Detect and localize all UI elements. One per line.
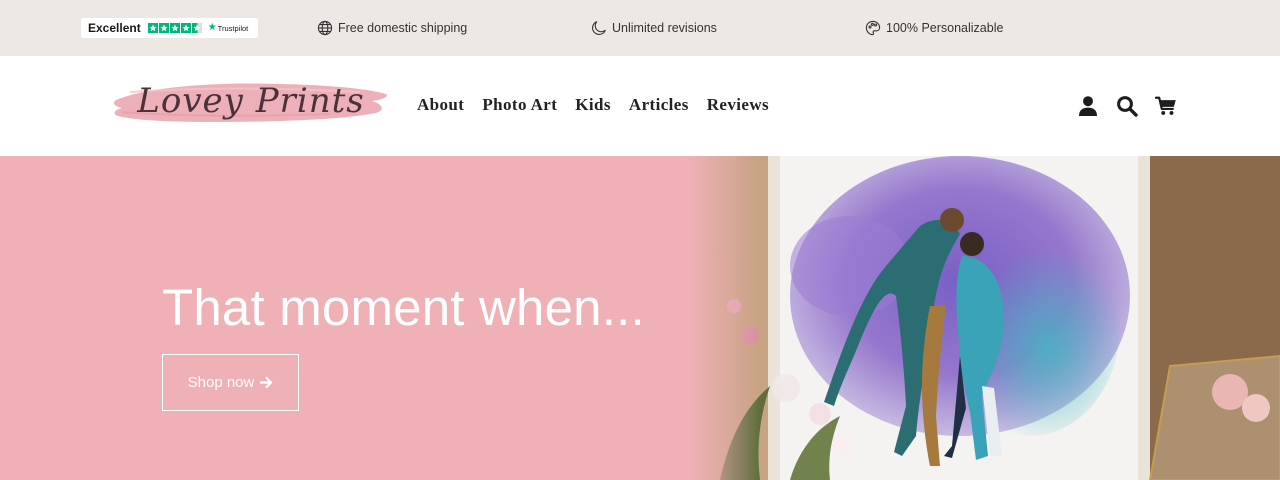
half-star-icon — [191, 23, 202, 33]
main-nav: About Photo Art Kids Articles Reviews — [417, 95, 769, 115]
star-icon — [158, 23, 169, 33]
nav-about[interactable]: About — [417, 95, 464, 115]
perk-revisions-text: Unlimited revisions — [612, 21, 717, 35]
moon-icon — [592, 21, 606, 35]
announcement-bar: Excellent ★ Trustpilot Free domestic shi… — [0, 0, 1280, 56]
perk-personalizable: 100% Personalizable — [865, 18, 1003, 38]
logo-wordmark: Lovey Prints — [137, 81, 365, 121]
cart-icon — [1154, 96, 1176, 115]
hero-banner: That moment when... Shop now — [0, 156, 1280, 480]
site-header: Lovey Prints About Photo Art Kids Articl… — [0, 56, 1280, 156]
nav-articles[interactable]: Articles — [629, 95, 689, 115]
star-icon — [180, 23, 191, 33]
shop-now-label: Shop now — [187, 374, 255, 391]
star-icon — [147, 23, 158, 33]
account-icon — [1078, 95, 1097, 116]
search-icon — [1116, 95, 1138, 117]
trustpilot-brand: Trustpilot — [217, 23, 249, 33]
cart-button[interactable] — [1154, 94, 1177, 117]
trustpilot-logo: ★ Trustpilot — [208, 23, 249, 33]
globe-icon — [317, 20, 333, 36]
nav-photo-art[interactable]: Photo Art — [482, 95, 557, 115]
search-button[interactable] — [1115, 94, 1138, 117]
perk-revisions: Unlimited revisions — [591, 18, 717, 38]
trustpilot-star-icon: ★ — [207, 22, 217, 33]
perk-personalizable-text: 100% Personalizable — [886, 21, 1004, 35]
hero-title: That moment when... — [162, 279, 645, 336]
nav-kids[interactable]: Kids — [575, 95, 611, 115]
perk-shipping-text: Free domestic shipping — [338, 21, 468, 35]
account-button[interactable] — [1076, 94, 1099, 117]
trustpilot-stars — [147, 23, 202, 33]
site-logo[interactable]: Lovey Prints — [110, 70, 392, 136]
header-icons — [1076, 94, 1177, 117]
trustpilot-badge[interactable]: Excellent ★ Trustpilot — [81, 18, 258, 38]
nav-reviews[interactable]: Reviews — [707, 95, 769, 115]
hero-image-fade — [690, 156, 760, 480]
arrow-right-icon — [260, 376, 273, 389]
trustpilot-rating-word: Excellent — [88, 21, 141, 35]
shop-now-button[interactable]: Shop now — [162, 354, 299, 411]
star-icon — [169, 23, 180, 33]
palette-icon — [865, 20, 881, 36]
perk-shipping: Free domestic shipping — [317, 18, 467, 38]
hero-image — [690, 156, 1280, 480]
